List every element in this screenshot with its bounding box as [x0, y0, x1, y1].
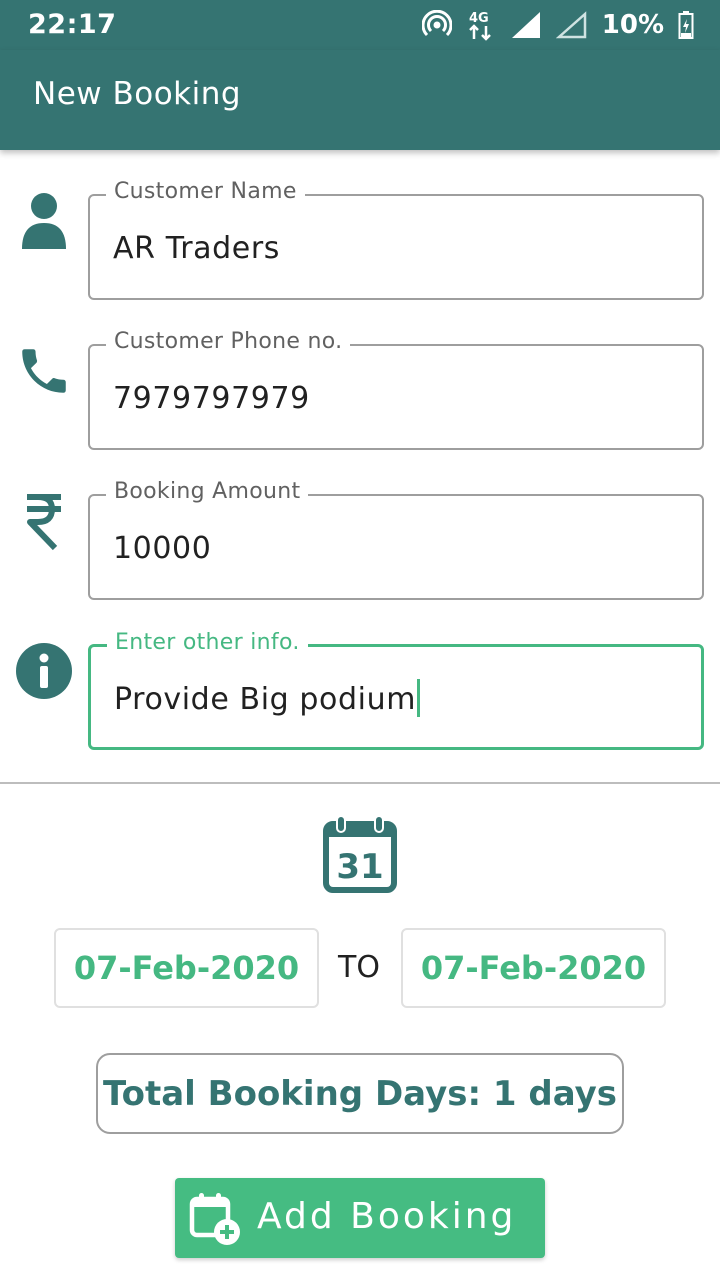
from-date-button[interactable]: 07-Feb-2020	[54, 928, 319, 1008]
battery-icon	[678, 11, 694, 39]
customer-name-value: AR Traders	[113, 231, 281, 266]
other-info-field[interactable]: Enter other info. Provide Big podium	[88, 630, 704, 750]
booking-amount-row: Booking Amount 10000	[0, 451, 720, 600]
person-icon	[12, 189, 76, 253]
status-icons: 4G 10%	[421, 8, 694, 42]
customer-name-row: Customer Name AR Traders	[0, 151, 720, 300]
customer-phone-value: 7979797979	[113, 381, 310, 416]
calendar-icon[interactable]: 31	[322, 815, 398, 893]
date-separator: TO	[338, 950, 380, 985]
calendar-add-icon	[189, 1193, 240, 1245]
signal-empty-icon	[555, 11, 587, 39]
customer-phone-row: Customer Phone no. 7979797979	[0, 301, 720, 450]
to-date-button[interactable]: 07-Feb-2020	[401, 928, 666, 1008]
customer-phone-field[interactable]: Customer Phone no. 7979797979	[88, 329, 704, 450]
signal-full-icon	[511, 12, 540, 38]
divider	[0, 782, 720, 784]
customer-name-label: Customer Name	[106, 179, 305, 204]
svg-text:4G: 4G	[469, 11, 489, 26]
from-date: 07-Feb-2020	[73, 949, 300, 987]
other-info-value: Provide Big podium	[114, 682, 417, 717]
other-info-label: Enter other info.	[107, 630, 308, 655]
to-date: 07-Feb-2020	[420, 949, 647, 987]
text-caret	[417, 678, 421, 717]
booking-amount-field[interactable]: Booking Amount 10000	[88, 479, 704, 600]
add-booking-label: Add Booking	[257, 1196, 517, 1237]
customer-name-field[interactable]: Customer Name AR Traders	[88, 179, 704, 300]
status-time: 22:17	[28, 9, 117, 40]
battery-percentage: 10%	[601, 10, 664, 40]
add-booking-button[interactable]: Add Booking	[175, 1178, 545, 1258]
app-bar: New Booking	[0, 50, 720, 150]
info-icon	[12, 639, 76, 703]
other-info-value-wrap: Provide Big podium	[114, 678, 421, 717]
calendar-day: 31	[336, 847, 383, 887]
total-booking-days-text: Total Booking Days: 1 days	[102, 1073, 618, 1114]
booking-amount-label: Booking Amount	[106, 479, 309, 504]
customer-phone-label: Customer Phone no.	[106, 329, 351, 354]
rupee-icon	[12, 489, 76, 553]
status-bar: 22:17 4G 10%	[0, 0, 720, 50]
4g-data-icon: 4G	[469, 11, 491, 41]
booking-amount-value: 10000	[113, 531, 212, 566]
phone-icon	[12, 339, 76, 403]
total-booking-days: Total Booking Days: 1 days	[96, 1053, 624, 1134]
other-info-row: Enter other info. Provide Big podium	[0, 601, 720, 750]
hotspot-icon	[421, 10, 452, 37]
page-title: New Booking	[33, 76, 242, 112]
